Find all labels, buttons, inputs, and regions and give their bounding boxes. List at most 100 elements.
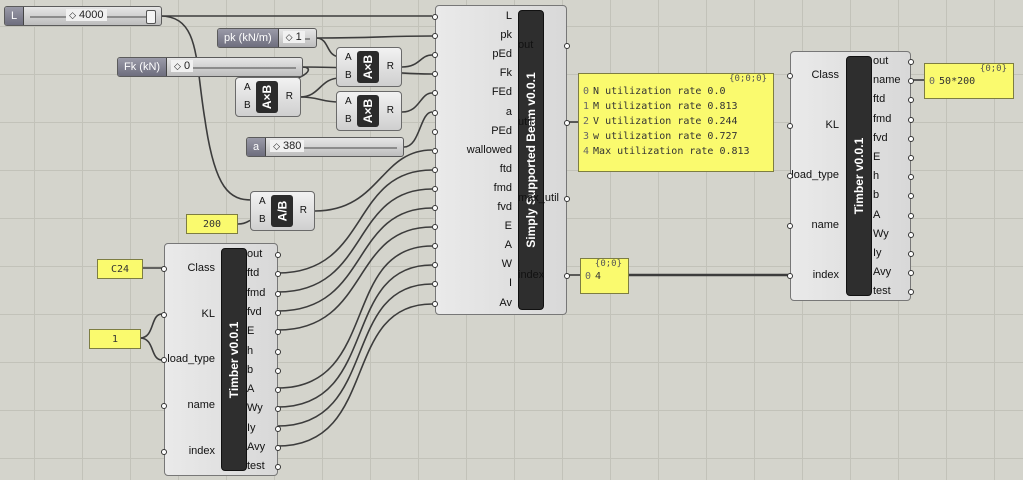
input-pin-class[interactable]: Class [187,262,215,274]
output-pin-wy[interactable]: Wy [247,402,263,414]
output-grip[interactable] [275,252,281,258]
input-grip[interactable] [432,186,438,192]
output-pin-fvd[interactable]: fvd [873,132,888,144]
output-grip[interactable] [908,213,914,219]
input-pin-kl[interactable]: KL [826,119,839,131]
output-pin-ftd[interactable]: ftd [247,267,259,279]
input-grip[interactable] [432,224,438,230]
input-pin-load-type[interactable]: load_type [167,353,215,365]
multiply-component-2[interactable]: A B A×B R [336,47,402,87]
output-grip[interactable] [275,291,281,297]
output-pin-b[interactable]: b [247,364,253,376]
slider-a[interactable]: a ◇ 380 [246,137,404,157]
input-pin-name[interactable]: name [187,399,215,411]
input-grip[interactable] [432,33,438,39]
output-grip[interactable] [275,426,281,432]
input-pin-ped[interactable]: pEd [492,48,512,60]
output-grip[interactable] [275,464,281,470]
output-grip[interactable] [275,368,281,374]
output-grip[interactable] [275,329,281,335]
output-grip[interactable] [908,270,914,276]
input-grip[interactable] [432,148,438,154]
output-pin-out[interactable]: out [247,248,262,260]
input-pin-ped[interactable]: PEd [491,125,512,137]
slider-track[interactable]: ◇ 0 [167,58,302,76]
output-pin-wy[interactable]: Wy [873,228,889,240]
slider-pk[interactable]: pk (kN/m) ◇ 1 [217,28,317,48]
output-grip[interactable] [908,251,914,257]
input-grip[interactable] [161,266,167,272]
input-grip[interactable] [787,273,793,279]
input-pin-fed[interactable]: FEd [492,86,512,98]
input-pin-a[interactable]: A [505,239,512,251]
output-grip[interactable] [908,155,914,161]
input-grip[interactable] [432,110,438,116]
output-pin-test[interactable]: test [873,285,891,297]
output-grip[interactable] [275,349,281,355]
input-pin-w[interactable]: W [502,258,512,270]
output-pin-test[interactable]: test [247,460,265,472]
input-pin-pk[interactable]: pk [500,29,512,41]
output-grip[interactable] [564,43,570,49]
slider-track[interactable]: ◇ 4000 [24,7,161,25]
output-grip[interactable] [564,196,570,202]
input-pin-kl[interactable]: KL [202,308,215,320]
input-grip[interactable] [161,357,167,363]
input-pin-index[interactable]: index [813,269,839,281]
output-pin-fvd[interactable]: fvd [247,306,262,318]
panel-name[interactable]: {0;0} 0 50*200 [924,63,1014,99]
input-grip[interactable] [787,123,793,129]
output-pin-h[interactable]: h [247,345,253,357]
slider-track[interactable]: ◇ 380 [266,138,403,156]
output-pin-out[interactable]: out [873,55,888,67]
input-pin-l[interactable]: L [506,10,512,22]
output-grip[interactable] [908,78,914,84]
output-grip[interactable] [908,117,914,123]
slider-track[interactable]: ◇ 1 [279,29,316,47]
output-grip[interactable] [908,136,914,142]
panel-index[interactable]: {0;0} 04 [580,258,629,294]
output-grip[interactable] [275,445,281,451]
panel-utilization[interactable]: {0;0;0} 0N utilization rate 0.0 1M utili… [578,73,774,172]
output-grip[interactable] [275,310,281,316]
input-pin-index[interactable]: index [189,445,215,457]
input-grip[interactable] [161,449,167,455]
slider-fk[interactable]: Fk (kN) ◇ 0 [117,57,303,77]
input-grip[interactable] [432,14,438,20]
input-pin-av[interactable]: Av [499,297,512,309]
output-pin-ftd[interactable]: ftd [873,93,885,105]
input-grip[interactable] [432,167,438,173]
output-pin-fmd[interactable]: fmd [873,113,891,125]
input-pin-i[interactable]: I [509,277,512,289]
output-grip[interactable] [908,59,914,65]
output-grip[interactable] [275,406,281,412]
timber-component-right[interactable]: Timber v0.0.1 Class KL load_type name index o… [787,51,914,301]
input-grip[interactable] [432,281,438,287]
output-pin-iy[interactable]: Iy [247,422,256,434]
output-grip[interactable] [564,273,570,279]
input-grip[interactable] [432,52,438,58]
output-grip[interactable] [275,271,281,277]
output-grip[interactable] [908,289,914,295]
output-pin-iy[interactable]: Iy [873,247,882,259]
division-component[interactable]: A B A/B R [250,191,315,231]
input-grip[interactable] [432,205,438,211]
output-pin-e[interactable]: E [873,151,880,163]
output-pin-name[interactable]: name [873,74,901,86]
input-grip[interactable] [432,301,438,307]
multiply-component-3[interactable]: A B A×B R [336,91,402,131]
output-pin-avy[interactable]: Avy [873,266,891,278]
slider-knob[interactable] [146,10,157,24]
output-grip[interactable] [908,232,914,238]
input-pin-e[interactable]: E [505,220,512,232]
output-pin-h[interactable]: h [873,170,879,182]
input-grip[interactable] [432,71,438,77]
slider-l[interactable]: L ◇ 4000 [4,6,162,26]
input-grip[interactable] [787,223,793,229]
input-grip[interactable] [432,129,438,135]
input-pin-a[interactable]: a [506,106,512,118]
simply-supported-beam-component[interactable]: Simply Supported Beam v0.0.1 Lpk pEd Fk FEd… [432,5,570,315]
input-pin-fk[interactable]: Fk [500,67,512,79]
output-pin-e[interactable]: E [247,325,254,337]
input-grip[interactable] [161,312,167,318]
